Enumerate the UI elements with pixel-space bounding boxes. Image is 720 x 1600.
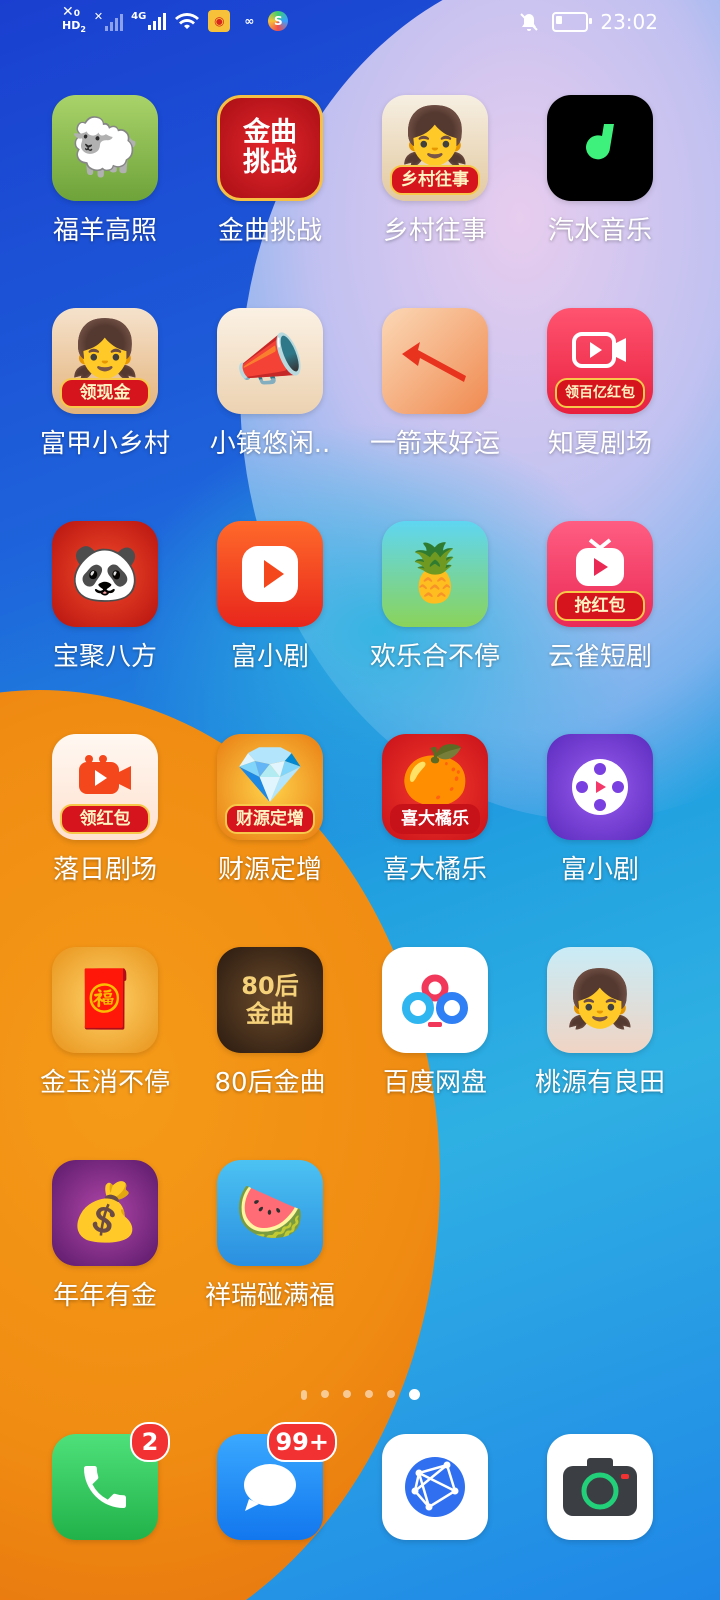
- page-dot: [386, 1390, 395, 1398]
- battery-icon: [552, 12, 593, 32]
- page-dot: [364, 1390, 373, 1398]
- page-indicator[interactable]: [0, 1389, 720, 1400]
- app-arrow-luck[interactable]: 一箭来好运: [351, 308, 519, 460]
- orange-icon: 🍊 喜大橘乐: [382, 734, 488, 840]
- app-xiangrui-manfu[interactable]: 🍉 祥瑞碰满福: [186, 1160, 354, 1312]
- dock-phone[interactable]: 2: [21, 1422, 189, 1540]
- film-reel-icon: [547, 734, 653, 840]
- clock: 23:02: [600, 10, 658, 34]
- megaphone-girl-icon: 📣: [217, 308, 323, 414]
- app-icon: S: [268, 10, 289, 31]
- app-village-past[interactable]: 👧 乡村往事 乡村往事: [351, 95, 519, 247]
- app-soda-music[interactable]: 汽水音乐: [516, 95, 684, 247]
- girl-icon: 👧 领现金: [52, 308, 158, 414]
- notification-badge: 2: [130, 1422, 170, 1462]
- app-xida-jule[interactable]: 🍊 喜大橘乐 喜大橘乐: [351, 734, 519, 886]
- app-luori-theater[interactable]: 领红包 落日剧场: [21, 734, 189, 886]
- app-fu-xiaoju-1[interactable]: 富小剧: [186, 521, 354, 673]
- app-huanle-he[interactable]: 🍍 欢乐合不停: [351, 521, 519, 673]
- baidu-cloud-icon: [382, 947, 488, 1053]
- mute-icon: [520, 13, 539, 31]
- video-icon: 领百亿红包: [547, 308, 653, 414]
- app-taoyuan-field[interactable]: 👧 桃源有良田: [516, 947, 684, 1099]
- retro-tv-icon: 80后 金曲: [217, 947, 323, 1053]
- app-jinyu-xiao[interactable]: 🧧 金玉消不停: [21, 947, 189, 1099]
- app-caiyuan-dingzeng[interactable]: 💎 财源定增 财源定增: [186, 734, 354, 886]
- tv-icon: 抢红包: [547, 521, 653, 627]
- dock-messages[interactable]: 99+: [186, 1422, 354, 1540]
- app-yunque-drama[interactable]: 抢红包 云雀短剧: [516, 521, 684, 673]
- village-girl-icon: 👧 乡村往事: [382, 95, 488, 201]
- status-bar: ✕0 HD2 ✕ 4G ◉ ∞ S 23:02: [62, 4, 658, 35]
- app-baoju-bafang[interactable]: 🐼 宝聚八方: [21, 521, 189, 673]
- page-dot: [342, 1390, 351, 1398]
- pineapple-icon: 🍍: [382, 521, 488, 627]
- signal-icon: [105, 13, 124, 32]
- app-fujia-village[interactable]: 👧 领现金 富甲小乡村: [21, 308, 189, 460]
- camera-icon: 领红包: [52, 734, 158, 840]
- app-zhixia-theater[interactable]: 领百亿红包 知夏剧场: [516, 308, 684, 460]
- dock-browser[interactable]: [351, 1434, 519, 1540]
- arrow-icon: [382, 308, 488, 414]
- phone-icon: 2: [52, 1422, 170, 1540]
- app-fu-xiaoju-2[interactable]: 富小剧: [516, 734, 684, 886]
- app-fuyang[interactable]: 🐑 福羊高照: [21, 95, 189, 247]
- treasure-chest-icon: 💰: [52, 1160, 158, 1266]
- soda-music-icon: [547, 95, 653, 201]
- weibo-icon: ◉: [208, 9, 231, 32]
- page-dot: [300, 1390, 307, 1400]
- messages-icon: 99+: [217, 1422, 337, 1540]
- camera-app-icon: [547, 1434, 653, 1540]
- app-80s-hits[interactable]: 80后 金曲 80后金曲: [186, 947, 354, 1099]
- dock: 2 99+: [0, 1422, 720, 1544]
- sheep-icon: 🐑: [52, 95, 158, 201]
- gem-icon: 💎 财源定增: [217, 734, 323, 840]
- music-challenge-icon: 金曲挑战: [217, 95, 323, 201]
- girl-hanfu-icon: 👧: [547, 947, 653, 1053]
- signal-4g-icon: [148, 12, 167, 31]
- fortune-god-icon: 🧧: [52, 947, 158, 1053]
- notification-badge: 99+: [267, 1422, 337, 1462]
- fruit-icon: 🍉: [217, 1160, 323, 1266]
- app-town-leisure[interactable]: 📣 小镇悠闲..: [186, 308, 354, 460]
- app-icon: ∞: [244, 13, 255, 28]
- app-niannian-jin[interactable]: 💰 年年有金: [21, 1160, 189, 1312]
- dock-camera[interactable]: [516, 1434, 684, 1540]
- page-dot-active: [408, 1389, 420, 1400]
- wifi-icon: [175, 12, 200, 29]
- app-jinqu-challenge[interactable]: 金曲挑战 金曲挑战: [186, 95, 354, 247]
- panda-icon: 🐼: [52, 521, 158, 627]
- page-dot: [320, 1390, 329, 1398]
- play-icon: [217, 521, 323, 627]
- browser-icon: [382, 1434, 488, 1540]
- app-baidu-netdisk[interactable]: 百度网盘: [351, 947, 519, 1099]
- sim-off-icon: ✕0 HD2: [62, 4, 86, 35]
